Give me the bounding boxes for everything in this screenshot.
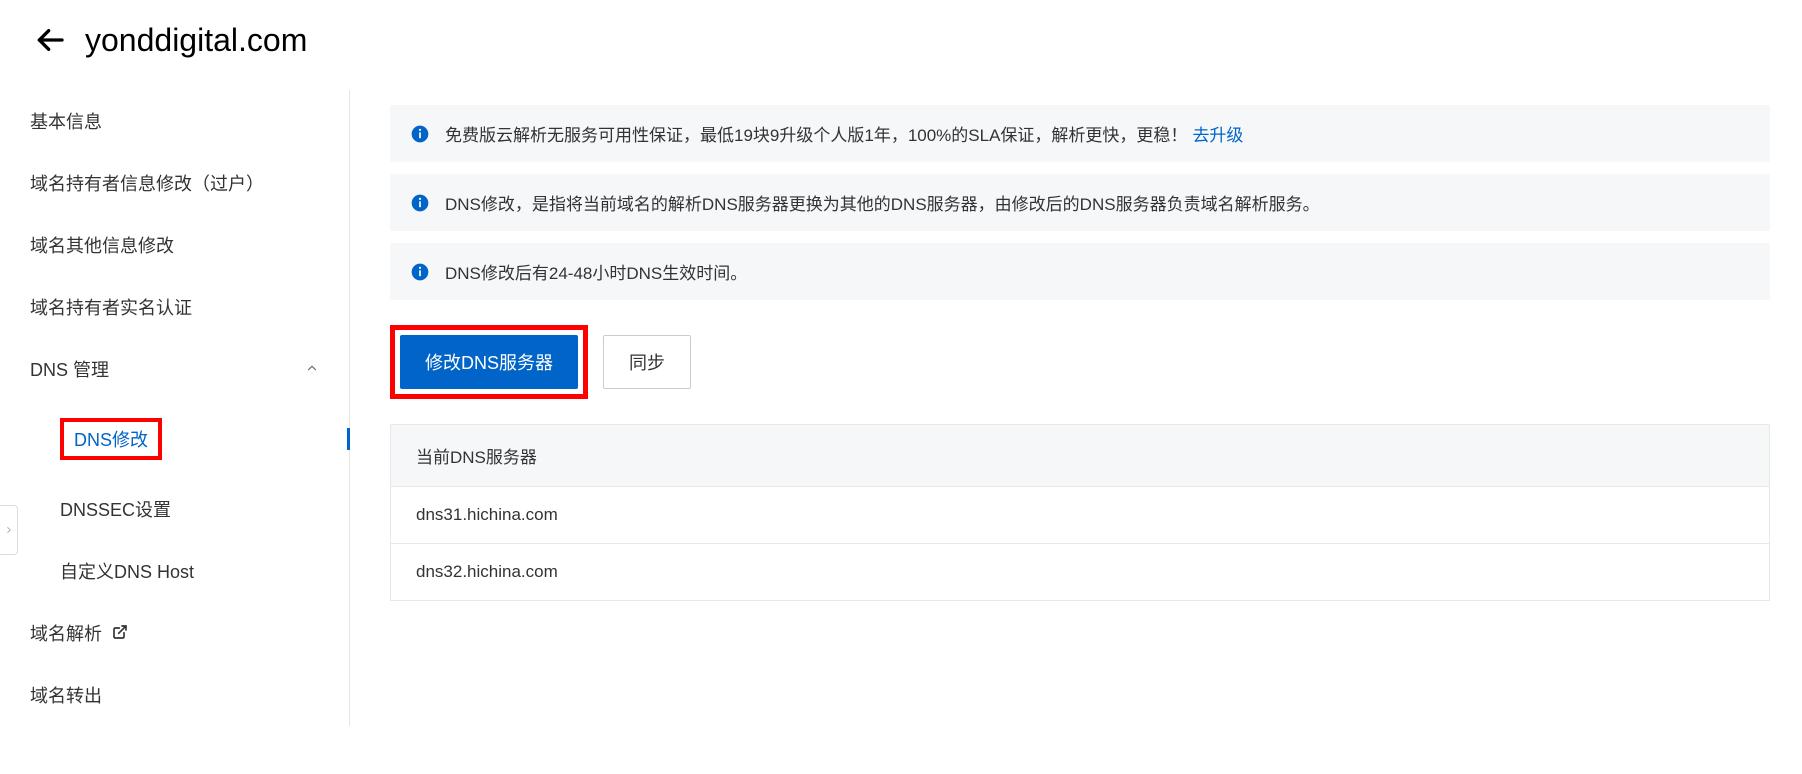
sidebar-item-basic-info[interactable]: 基本信息	[30, 90, 349, 152]
sidebar-item-other-modify[interactable]: 域名其他信息修改	[30, 214, 349, 276]
sidebar-item-label: 域名其他信息修改	[30, 232, 174, 258]
sync-button[interactable]: 同步	[603, 335, 691, 389]
sidebar-item-dns-manage[interactable]: DNS 管理	[30, 338, 349, 400]
sidebar-item-label: DNS修改	[60, 418, 162, 460]
table-row: dns31.hichina.com	[391, 487, 1769, 544]
info-icon	[410, 262, 430, 282]
sidebar-item-label: 域名解析	[30, 620, 128, 646]
main-content: 免费版云解析无服务可用性保证，最低19块9升级个人版1年，100%的SLA保证，…	[350, 90, 1770, 726]
info-banner-upgrade: 免费版云解析无服务可用性保证，最低19块9升级个人版1年，100%的SLA保证，…	[390, 105, 1770, 162]
upgrade-link[interactable]: 去升级	[1192, 121, 1243, 146]
sidebar: 基本信息 域名持有者信息修改（过户） 域名其他信息修改 域名持有者实名认证 DN…	[0, 90, 350, 726]
back-button[interactable]	[30, 20, 70, 60]
sidebar-subitem-dnssec[interactable]: DNSSEC设置	[30, 478, 349, 540]
side-tab-toggle[interactable]	[0, 505, 18, 555]
dns-server-table: 当前DNS服务器 dns31.hichina.com dns32.hichina…	[390, 424, 1770, 601]
highlight-box: 修改DNS服务器	[390, 325, 588, 399]
sidebar-item-label: 域名持有者实名认证	[30, 294, 192, 320]
info-banner-dns-explain: DNS修改，是指将当前域名的解析DNS服务器更换为其他的DNS服务器，由修改后的…	[390, 174, 1770, 231]
info-icon	[410, 193, 430, 213]
info-text: DNS修改后有24-48小时DNS生效时间。	[445, 259, 747, 284]
info-text: 免费版云解析无服务可用性保证，最低19块9升级个人版1年，100%的SLA保证，…	[445, 121, 1187, 146]
sidebar-item-label: 自定义DNS Host	[60, 562, 194, 582]
external-link-icon	[112, 624, 128, 645]
table-header: 当前DNS服务器	[391, 425, 1769, 487]
sidebar-subitem-dns-modify[interactable]: DNS修改	[30, 400, 349, 478]
sidebar-item-label: DNS 管理	[30, 356, 109, 382]
chevron-up-icon	[305, 359, 319, 380]
page-title: yonddigital.com	[85, 22, 307, 59]
info-icon	[410, 124, 430, 144]
info-banner-dns-time: DNS修改后有24-48小时DNS生效时间。	[390, 243, 1770, 300]
table-row: dns32.hichina.com	[391, 544, 1769, 600]
sidebar-item-domain-resolve[interactable]: 域名解析	[30, 602, 349, 664]
sidebar-item-label: 域名持有者信息修改（过户）	[30, 170, 264, 196]
sidebar-item-label: DNSSEC设置	[60, 500, 171, 520]
modify-dns-button[interactable]: 修改DNS服务器	[400, 335, 578, 389]
sidebar-item-label: 基本信息	[30, 108, 102, 134]
sidebar-item-owner-modify[interactable]: 域名持有者信息修改（过户）	[30, 152, 349, 214]
button-row: 修改DNS服务器 同步	[390, 325, 1770, 399]
sidebar-item-domain-transfer[interactable]: 域名转出	[30, 664, 349, 726]
sidebar-subitem-custom-dns[interactable]: 自定义DNS Host	[30, 540, 349, 602]
info-text: DNS修改，是指将当前域名的解析DNS服务器更换为其他的DNS服务器，由修改后的…	[445, 190, 1320, 215]
sidebar-item-owner-verify[interactable]: 域名持有者实名认证	[30, 276, 349, 338]
sidebar-item-label: 域名转出	[30, 682, 102, 708]
